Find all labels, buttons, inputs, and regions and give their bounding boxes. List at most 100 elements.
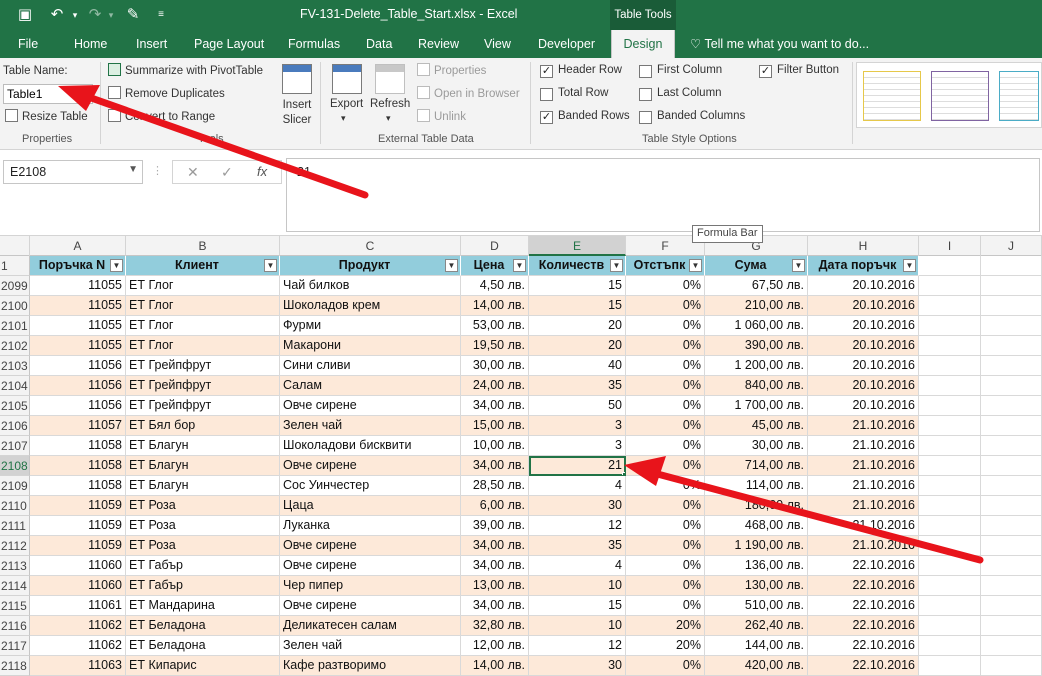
- refresh-dropdown-icon[interactable]: ▾: [386, 113, 391, 124]
- table-cell[interactable]: 28,50 лв.: [461, 476, 529, 496]
- table-cell[interactable]: 11058: [30, 476, 126, 496]
- row-header[interactable]: 2101: [0, 316, 30, 336]
- empty-cell[interactable]: [919, 256, 981, 276]
- table-cell[interactable]: ЕТ Глог: [126, 296, 280, 316]
- unlink-button[interactable]: Unlink: [417, 109, 466, 123]
- table-cell[interactable]: 0%: [626, 376, 705, 396]
- row-header[interactable]: 2106: [0, 416, 30, 436]
- table-cell[interactable]: 34,00 лв.: [461, 596, 529, 616]
- table-cell[interactable]: ЕТ Грейпфрут: [126, 376, 280, 396]
- table-cell[interactable]: Фурми: [280, 316, 461, 336]
- table-cell[interactable]: 11055: [30, 336, 126, 356]
- table-cell[interactable]: 10: [529, 576, 626, 596]
- table-header-cell[interactable]: Цена ▼: [461, 256, 529, 276]
- table-cell[interactable]: 30: [529, 656, 626, 676]
- undo-dropdown-icon[interactable]: ▾: [64, 4, 86, 26]
- empty-cell[interactable]: [919, 596, 981, 616]
- tab-formulas[interactable]: Formulas: [284, 30, 344, 58]
- table-cell[interactable]: ЕТ Габър: [126, 556, 280, 576]
- table-cell[interactable]: 11055: [30, 276, 126, 296]
- row-header[interactable]: 2107: [0, 436, 30, 456]
- table-cell[interactable]: 13,00 лв.: [461, 576, 529, 596]
- empty-cell[interactable]: [981, 496, 1042, 516]
- table-cell[interactable]: 840,00 лв.: [705, 376, 808, 396]
- empty-cell[interactable]: [981, 536, 1042, 556]
- table-style-option[interactable]: [931, 71, 989, 121]
- table-cell[interactable]: 420,00 лв.: [705, 656, 808, 676]
- tell-me-search[interactable]: ♡ Tell me what you want to do...: [690, 30, 869, 58]
- last-column-checkbox[interactable]: [639, 88, 652, 101]
- tab-insert[interactable]: Insert: [132, 30, 171, 58]
- filter-dropdown-icon[interactable]: ▼: [264, 259, 277, 272]
- table-cell[interactable]: 11060: [30, 556, 126, 576]
- empty-cell[interactable]: [919, 436, 981, 456]
- table-cell[interactable]: 40: [529, 356, 626, 376]
- table-cell[interactable]: 11057: [30, 416, 126, 436]
- name-box[interactable]: E2108 ▼: [3, 160, 143, 184]
- table-cell[interactable]: 210,00 лв.: [705, 296, 808, 316]
- filter-dropdown-icon[interactable]: ▼: [903, 259, 916, 272]
- table-cell[interactable]: 22.10.2016: [808, 656, 919, 676]
- empty-cell[interactable]: [981, 296, 1042, 316]
- table-cell[interactable]: 11059: [30, 496, 126, 516]
- table-cell[interactable]: 1 700,00 лв.: [705, 396, 808, 416]
- column-header-d[interactable]: D: [461, 236, 529, 256]
- tab-file[interactable]: File: [14, 30, 42, 58]
- tab-review[interactable]: Review: [414, 30, 463, 58]
- table-cell[interactable]: ЕТ Беладона: [126, 616, 280, 636]
- table-cell[interactable]: 0%: [626, 456, 705, 476]
- insert-slicer-button[interactable]: Insert Slicer: [282, 98, 312, 128]
- table-cell[interactable]: 34,00 лв.: [461, 456, 529, 476]
- table-cell[interactable]: 20.10.2016: [808, 336, 919, 356]
- row-header[interactable]: 2100: [0, 296, 30, 316]
- table-cell[interactable]: 20%: [626, 636, 705, 656]
- table-cell[interactable]: 15,00 лв.: [461, 416, 529, 436]
- column-header-j[interactable]: J: [981, 236, 1042, 256]
- table-cell[interactable]: 1 060,00 лв.: [705, 316, 808, 336]
- empty-cell[interactable]: [981, 456, 1042, 476]
- table-cell[interactable]: 0%: [626, 596, 705, 616]
- empty-cell[interactable]: [981, 476, 1042, 496]
- tab-home[interactable]: Home: [70, 30, 111, 58]
- table-cell[interactable]: 12: [529, 636, 626, 656]
- table-cell[interactable]: 32,80 лв.: [461, 616, 529, 636]
- table-cell[interactable]: 1 190,00 лв.: [705, 536, 808, 556]
- table-cell[interactable]: 53,00 лв.: [461, 316, 529, 336]
- export-dropdown-icon[interactable]: ▾: [341, 113, 346, 124]
- row-header[interactable]: 2109: [0, 476, 30, 496]
- table-cell[interactable]: 0%: [626, 396, 705, 416]
- table-cell[interactable]: 390,00 лв.: [705, 336, 808, 356]
- total-row-checkbox[interactable]: [540, 88, 553, 101]
- filter-dropdown-icon[interactable]: ▼: [110, 259, 123, 272]
- empty-cell[interactable]: [981, 656, 1042, 676]
- table-cell[interactable]: Овче сирене: [280, 556, 461, 576]
- empty-cell[interactable]: [919, 656, 981, 676]
- table-cell[interactable]: 39,00 лв.: [461, 516, 529, 536]
- table-cell[interactable]: 0%: [626, 356, 705, 376]
- table-cell[interactable]: ЕТ Роза: [126, 536, 280, 556]
- table-cell[interactable]: 11062: [30, 636, 126, 656]
- table-name-input[interactable]: [3, 84, 93, 104]
- table-cell[interactable]: 0%: [626, 296, 705, 316]
- empty-cell[interactable]: [919, 636, 981, 656]
- table-cell[interactable]: 180,00 лв.: [705, 496, 808, 516]
- header-row-checkbox[interactable]: ✓: [540, 65, 553, 78]
- table-cell[interactable]: 19,50 лв.: [461, 336, 529, 356]
- table-cell[interactable]: 20.10.2016: [808, 356, 919, 376]
- table-cell[interactable]: Деликатесен салам: [280, 616, 461, 636]
- table-cell[interactable]: 144,00 лв.: [705, 636, 808, 656]
- table-cell[interactable]: 34,00 лв.: [461, 536, 529, 556]
- tab-view[interactable]: View: [480, 30, 515, 58]
- table-cell[interactable]: 21.10.2016: [808, 536, 919, 556]
- cancel-icon[interactable]: ✕: [187, 164, 199, 181]
- table-cell[interactable]: 15: [529, 276, 626, 296]
- table-cell[interactable]: 262,40 лв.: [705, 616, 808, 636]
- empty-cell[interactable]: [919, 376, 981, 396]
- table-cell[interactable]: 11059: [30, 536, 126, 556]
- table-cell[interactable]: 10: [529, 616, 626, 636]
- empty-cell[interactable]: [981, 316, 1042, 336]
- column-header-i[interactable]: I: [919, 236, 981, 256]
- table-cell[interactable]: 0%: [626, 576, 705, 596]
- table-cell[interactable]: 22.10.2016: [808, 616, 919, 636]
- export-button[interactable]: Export: [330, 98, 363, 110]
